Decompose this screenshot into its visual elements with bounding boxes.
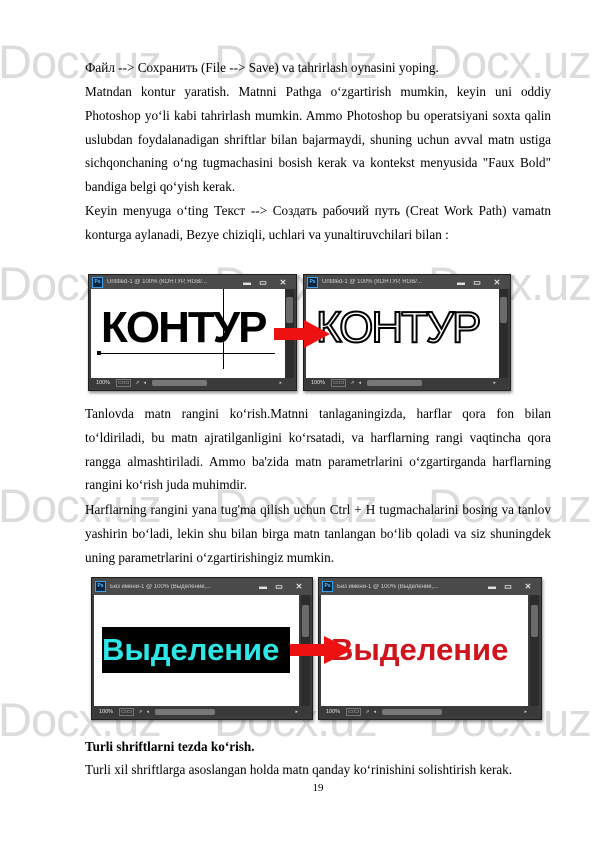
- export-icon[interactable]: ⇗: [138, 709, 142, 715]
- minimize-button[interactable]: ▬: [256, 581, 270, 592]
- zoom-level[interactable]: 100%: [96, 380, 116, 386]
- document-canvas[interactable]: КОНТУР: [306, 289, 499, 378]
- photoshop-logo-icon: Ps: [92, 276, 103, 288]
- section-heading: Turli shriftlarni tezda ko‘rish.: [85, 739, 255, 754]
- window-title: Без имени-1 @ 100% (Выделение,...: [337, 583, 439, 590]
- scroll-left-icon[interactable]: ◂: [359, 380, 362, 386]
- red-arrow-icon: [290, 636, 352, 664]
- arrow-shape: [274, 320, 330, 348]
- window-titlebar[interactable]: Ps Без имени-1 @ 100% (Выделение,... ▬ ▭…: [92, 578, 312, 595]
- minimize-button[interactable]: ▬: [485, 581, 499, 592]
- close-button[interactable]: ✕: [517, 581, 539, 592]
- canvas-text-contour-path: КОНТУР: [315, 302, 482, 353]
- status-bar: 100% ▭▭ ⇗ ◂ ▸: [306, 378, 508, 388]
- doc-info-icon[interactable]: ▭▭: [116, 379, 132, 387]
- vertical-scroll-thumb[interactable]: [500, 297, 507, 323]
- scroll-left-icon[interactable]: ◂: [374, 709, 377, 715]
- doc-info-icon[interactable]: ▭▭: [346, 708, 362, 716]
- horizontal-scroll-thumb[interactable]: [382, 709, 443, 715]
- window-title: Untitled-1 @ 100% (КОНТУР, RGB/...: [322, 279, 422, 285]
- window-titlebar[interactable]: Ps Untitled-1 @ 100% (КОНТУР, RGB/... ▬ …: [89, 275, 296, 289]
- paragraph-selection-color: Tanlovda matn rangini ko‘rish.Matnni tan…: [85, 406, 551, 493]
- paragraph-hide-selection: Harflarning rangini yana tug'ma qilish u…: [85, 502, 551, 565]
- maximize-button[interactable]: ▭: [501, 581, 515, 592]
- page-number: 19: [312, 782, 324, 794]
- scroll-right-icon[interactable]: ▸: [279, 380, 282, 386]
- window-titlebar[interactable]: Ps Без имени-1 @ 100% (Выделение,... ▬ ▭…: [319, 578, 541, 595]
- export-icon[interactable]: ⇗: [365, 709, 369, 715]
- photoshop-logo-icon: Ps: [322, 581, 333, 592]
- export-icon[interactable]: ⇗: [350, 380, 354, 386]
- doc-info-icon[interactable]: ▭▭: [119, 708, 135, 716]
- paragraph-work-path: Keyin menyuga o‘ting Текст --> Создать р…: [85, 203, 551, 242]
- document-canvas[interactable]: Выделение: [94, 595, 299, 706]
- doc-info-icon[interactable]: ▭▭: [331, 379, 347, 387]
- scroll-left-icon[interactable]: ◂: [147, 709, 150, 715]
- status-bar: 100% ▭▭ ⇗ ◂ ▸: [91, 378, 294, 388]
- close-button[interactable]: ✕: [272, 277, 294, 288]
- photoshop-logo-icon: Ps: [95, 581, 106, 592]
- maximize-button[interactable]: ▭: [272, 581, 286, 592]
- status-bar: 100% ▭▭ ⇗ ◂ ▸: [321, 707, 539, 717]
- zoom-level[interactable]: 100%: [326, 709, 346, 715]
- maximize-button[interactable]: ▭: [256, 277, 270, 288]
- text-baseline: [99, 353, 275, 354]
- zoom-level[interactable]: 100%: [99, 709, 119, 715]
- zoom-level[interactable]: 100%: [311, 380, 331, 386]
- window-title: Untitled-1 @ 100% (КОНТУР, RGB/...: [107, 279, 207, 285]
- photoshop-window-contour-after: Ps Untitled-1 @ 100% (КОНТУР, RGB/... ▬ …: [303, 274, 511, 391]
- paragraph-compare-fonts: Turli xil shriftlarga asoslangan holda m…: [85, 762, 513, 777]
- paragraph-create-contour: Matndan kontur yaratish. Matnni Pathga o…: [85, 84, 551, 195]
- document-canvas[interactable]: КОНТУР: [91, 289, 285, 378]
- scroll-right-icon[interactable]: ▸: [295, 709, 298, 715]
- baseline-anchor-icon: [97, 351, 101, 355]
- horizontal-scroll-thumb[interactable]: [367, 380, 423, 386]
- document-canvas[interactable]: Выделение: [321, 595, 528, 706]
- vertical-scroll-thumb[interactable]: [302, 605, 309, 637]
- window-titlebar[interactable]: Ps Untitled-1 @ 100% (КОНТУР, RGB/... ▬ …: [304, 275, 510, 289]
- vertical-scrollbar[interactable]: [530, 595, 539, 706]
- photoshop-window-contour-before: Ps Untitled-1 @ 100% (КОНТУР, RGB/... ▬ …: [88, 274, 297, 391]
- canvas-text-selected: Выделение: [102, 632, 280, 667]
- horizontal-scroll-thumb[interactable]: [155, 709, 216, 715]
- close-button[interactable]: ✕: [288, 581, 310, 592]
- arrow-shape: [290, 636, 352, 664]
- export-icon[interactable]: ⇗: [135, 380, 139, 386]
- status-bar: 100% ▭▭ ⇗ ◂ ▸: [94, 707, 310, 717]
- close-button[interactable]: ✕: [486, 277, 508, 288]
- photoshop-window-selection-visible: Ps Без имени-1 @ 100% (Выделение,... ▬ ▭…: [91, 577, 313, 720]
- vertical-scroll-thumb[interactable]: [531, 605, 538, 637]
- minimize-button[interactable]: ▬: [240, 277, 254, 288]
- paragraph-close-window: Файл --> Сохранить (File --> Save) va ta…: [85, 60, 439, 75]
- scroll-left-icon[interactable]: ◂: [144, 380, 147, 386]
- canvas-text-red: Выделение: [331, 632, 509, 667]
- scroll-right-icon[interactable]: ▸: [524, 709, 527, 715]
- minimize-button[interactable]: ▬: [454, 277, 468, 288]
- text-cursor: [223, 289, 224, 369]
- window-title: Без имени-1 @ 100% (Выделение,...: [110, 583, 212, 590]
- red-arrow-icon: [274, 320, 330, 348]
- canvas-text-solid: КОНТУР: [101, 303, 267, 352]
- vertical-scrollbar[interactable]: [499, 289, 508, 378]
- scroll-right-icon[interactable]: ▸: [493, 380, 496, 386]
- maximize-button[interactable]: ▭: [470, 277, 484, 288]
- horizontal-scroll-thumb[interactable]: [152, 380, 208, 386]
- photoshop-logo-icon: Ps: [307, 276, 318, 288]
